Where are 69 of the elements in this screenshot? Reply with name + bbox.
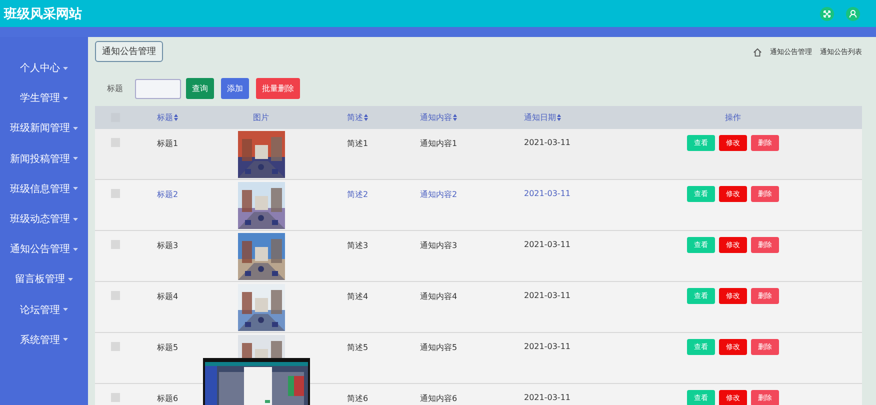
sidebar-item[interactable]: 班级信息管理: [0, 174, 88, 204]
sort-icon[interactable]: [453, 114, 457, 121]
table-cell: 简述2: [347, 189, 368, 200]
table-cell: 标题4: [157, 291, 178, 302]
caret-icon: [73, 218, 78, 221]
table-cell: 通知内容2: [420, 189, 458, 200]
search-field[interactable]: [135, 78, 181, 98]
fullscreen-icon[interactable]: [820, 6, 834, 20]
table-cell: 简述6: [347, 393, 368, 404]
table-cell: 2021-03-11: [524, 189, 570, 198]
page-tag[interactable]: 通知公告管理: [95, 41, 163, 62]
caret-icon: [63, 338, 68, 342]
caret-icon: [63, 66, 68, 70]
site-title: 班级风采网站: [4, 6, 82, 22]
row-checkbox[interactable]: [110, 342, 120, 351]
table-cell: 2021-03-11: [524, 342, 570, 351]
table-cell: 通知内容6: [420, 393, 458, 404]
table-cell: 2021-03-11: [524, 393, 570, 402]
table-cell: 简述5: [347, 342, 368, 353]
column-header[interactable]: 通知日期: [524, 112, 561, 123]
sidebar-item[interactable]: 个人中心: [0, 53, 88, 84]
sidebar-item[interactable]: 留言板管理: [0, 264, 88, 294]
table-cell: 简述1: [347, 138, 368, 149]
table-cell: 通知内容1: [420, 138, 458, 149]
sidebar-item[interactable]: 学生管理: [0, 83, 88, 114]
table-cell: 简述4: [347, 291, 368, 302]
sidebar-item[interactable]: 班级动态管理: [0, 204, 88, 234]
table-cell: 2021-03-11: [524, 240, 570, 249]
delete-button[interactable]: 批量删除: [256, 78, 300, 99]
table-cell: 通知内容4: [420, 291, 458, 302]
sidebar-item[interactable]: 系统管理: [0, 324, 88, 355]
caret-icon: [63, 96, 68, 100]
row-checkbox[interactable]: [110, 393, 120, 402]
sidebar-item[interactable]: 班级新闻管理: [0, 113, 88, 144]
table-cell: 2021-03-11: [524, 291, 570, 300]
caret-icon: [73, 157, 78, 160]
table-cell: 标题2: [157, 189, 178, 200]
column-header: 图片: [253, 112, 269, 123]
sidebar-item[interactable]: 通知公告管理: [0, 234, 88, 264]
table-cell: 标题3: [157, 240, 178, 251]
row-checkbox[interactable]: [110, 189, 120, 198]
table-cell: 标题5: [157, 342, 178, 353]
sort-icon[interactable]: [174, 114, 178, 121]
caret-icon: [63, 308, 68, 312]
caret-icon: [73, 126, 78, 130]
sidebar-item[interactable]: 论坛管理: [0, 294, 88, 325]
column-header[interactable]: 简述: [347, 112, 368, 123]
search-button[interactable]: 查询: [186, 78, 214, 99]
sort-icon[interactable]: [557, 114, 561, 121]
home-icon[interactable]: [753, 48, 762, 56]
table-cell: 通知内容3: [420, 240, 458, 251]
user-icon[interactable]: [846, 6, 860, 20]
caret-icon: [68, 278, 73, 281]
search-label: 标题: [107, 83, 123, 94]
caret-icon: [73, 187, 78, 190]
row-checkbox[interactable]: [110, 240, 120, 249]
column-header[interactable]: 标题: [157, 112, 178, 123]
table-cell: 简述3: [347, 240, 368, 251]
table-cell: 标题6: [157, 393, 178, 404]
row-checkbox[interactable]: [110, 291, 120, 300]
table-cell: 2021-03-11: [524, 138, 570, 147]
caret-icon: [73, 248, 78, 251]
column-header[interactable]: 通知内容: [420, 112, 457, 123]
table-cell: 标题1: [157, 138, 178, 149]
sidebar-item[interactable]: 新闻投稿管理: [0, 144, 88, 174]
sort-icon[interactable]: [364, 114, 368, 121]
add-button[interactable]: 添加: [221, 78, 249, 99]
column-header: 操作: [725, 112, 741, 123]
table-cell: 通知内容5: [420, 342, 458, 353]
